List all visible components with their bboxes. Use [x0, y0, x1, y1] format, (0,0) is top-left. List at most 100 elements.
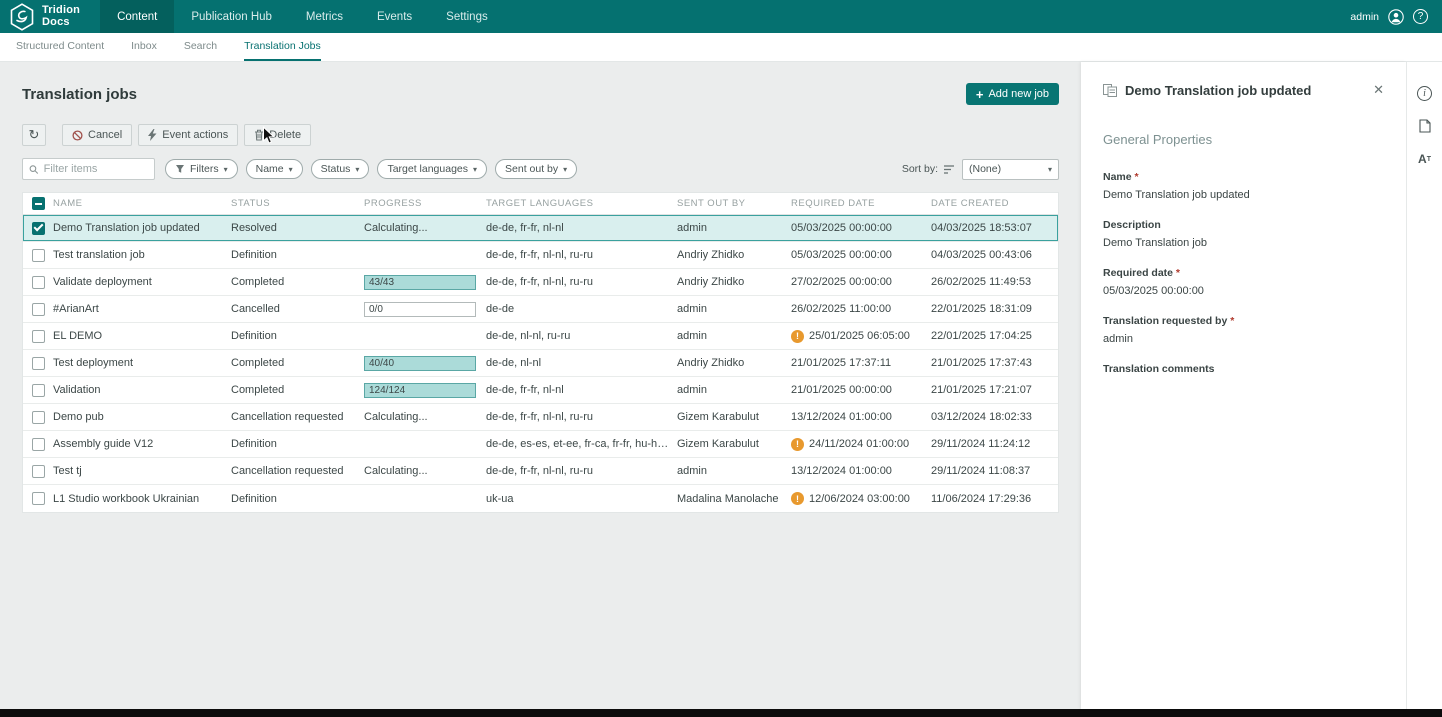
job-required-date: !25/01/2025 06:05:00	[791, 330, 931, 343]
sort-value: (None)	[969, 163, 1001, 175]
nav-item-content[interactable]: Content	[100, 0, 174, 33]
row-checkbox[interactable]	[32, 492, 45, 505]
job-sent-out-by: Andriy Zhidko	[677, 357, 791, 369]
table-row[interactable]: L1 Studio workbook UkrainianDefinitionuk…	[23, 485, 1058, 512]
select-all-checkbox[interactable]	[32, 197, 45, 210]
table-row[interactable]: EL DEMODefinitionde-de, nl-nl, ru-ruadmi…	[23, 323, 1058, 350]
details-title: Demo Translation job updated	[1125, 83, 1361, 98]
user-avatar-icon[interactable]	[1388, 9, 1404, 25]
table-row[interactable]: Test translation jobDefinitionde-de, fr-…	[23, 242, 1058, 269]
row-checkbox[interactable]	[32, 438, 45, 451]
subnav-item-structured-content[interactable]: Structured Content	[16, 33, 104, 61]
property-field-required-date: Required date *05/03/2025 00:00:00	[1103, 267, 1388, 297]
refresh-button[interactable]: ↻	[22, 124, 46, 146]
column-header-sent-out-by[interactable]: SENT OUT BY	[677, 198, 791, 209]
nav-item-settings[interactable]: Settings	[429, 0, 505, 33]
help-icon[interactable]: ?	[1413, 9, 1428, 24]
jobs-toolbar: ↻ Cancel Event actions Delete	[22, 124, 1059, 146]
sort-icon[interactable]	[944, 164, 956, 175]
translation-job-icon	[1103, 84, 1117, 97]
row-checkbox[interactable]	[32, 303, 45, 316]
sort-by-label: Sort by:	[902, 163, 938, 175]
filter-pill-label: Sent out by	[505, 163, 558, 175]
job-status: Definition	[231, 493, 364, 505]
job-target-languages: de-de, fr-fr, nl-nl, ru-ru	[486, 249, 677, 261]
lightning-icon	[148, 129, 157, 141]
table-row[interactable]: Validate deploymentCompleted43/43de-de, …	[23, 269, 1058, 296]
subnav-item-inbox[interactable]: Inbox	[131, 33, 157, 61]
table-row[interactable]: Assembly guide V12Definition de-de, es-es…	[23, 431, 1058, 458]
filter-pill-sent-out-by[interactable]: Sent out by▾	[495, 159, 577, 179]
job-target-languages: de-de, nl-nl	[486, 357, 677, 369]
table-row[interactable]: Demo pubCancellation requestedCalculatin…	[23, 404, 1058, 431]
field-value: Demo Translation job	[1103, 237, 1388, 249]
text-settings-icon[interactable]: AT	[1416, 150, 1434, 168]
sort-select[interactable]: (None) ▾	[962, 159, 1059, 180]
filter-pill-name[interactable]: Name▾	[246, 159, 303, 179]
sort-area: Sort by: (None) ▾	[902, 159, 1059, 180]
chevron-down-icon: ▾	[1048, 165, 1052, 174]
field-value: admin	[1103, 333, 1388, 345]
subnav-item-search[interactable]: Search	[184, 33, 217, 61]
app-logo[interactable]: Tridion Docs	[0, 0, 100, 33]
column-header-status[interactable]: STATUS	[231, 198, 364, 209]
content-area: Translation jobs + Add new job ↻ Cancel	[0, 62, 1442, 709]
subnav-item-translation-jobs[interactable]: Translation Jobs	[244, 33, 321, 61]
column-header-name[interactable]: NAME	[53, 198, 231, 209]
nav-item-events[interactable]: Events	[360, 0, 429, 33]
add-new-job-button[interactable]: + Add new job	[966, 83, 1059, 105]
cancel-job-button[interactable]: Cancel	[62, 124, 132, 146]
job-required-date: 05/03/2025 00:00:00	[791, 249, 931, 261]
job-date-created: 04/03/2025 18:53:07	[931, 222, 1058, 234]
job-name: Assembly guide V12	[53, 438, 231, 450]
job-date-created: 21/01/2025 17:21:07	[931, 384, 1058, 396]
chevron-down-icon: ▾	[289, 165, 293, 174]
table-row[interactable]: ValidationCompleted124/124de-de, fr-fr, …	[23, 377, 1058, 404]
property-field-name: Name *Demo Translation job updated	[1103, 171, 1388, 201]
main-nav: ContentPublication HubMetricsEventsSetti…	[100, 0, 505, 33]
filter-pill-status[interactable]: Status▾	[311, 159, 370, 179]
plus-icon: +	[976, 88, 984, 101]
job-progress: Calculating...	[364, 411, 486, 423]
table-row[interactable]: Demo Translation job updatedResolvedCalc…	[23, 215, 1058, 242]
job-name: #ArianArt	[53, 303, 231, 315]
nav-item-metrics[interactable]: Metrics	[289, 0, 360, 33]
column-header-date-created[interactable]: DATE CREATED	[931, 198, 1058, 209]
row-checkbox[interactable]	[32, 384, 45, 397]
document-panel-icon[interactable]	[1416, 117, 1434, 135]
filter-search	[22, 158, 155, 180]
column-header-progress[interactable]: PROGRESS	[364, 198, 486, 209]
progress-label: 124/124	[369, 384, 405, 397]
column-header-required-date[interactable]: REQUIRED DATE	[791, 198, 931, 209]
required-asterisk: *	[1173, 267, 1180, 279]
job-target-languages: de-de	[486, 303, 677, 315]
filter-pill-target-languages[interactable]: Target languages▾	[377, 159, 487, 179]
app-name: Tridion Docs	[42, 5, 80, 28]
job-progress: 40/40	[364, 356, 486, 371]
table-row[interactable]: #ArianArtCancelled0/0de-deadmin26/02/202…	[23, 296, 1058, 323]
row-checkbox[interactable]	[32, 411, 45, 424]
table-row[interactable]: Test deploymentCompleted40/40de-de, nl-n…	[23, 350, 1058, 377]
row-checkbox[interactable]	[32, 465, 45, 478]
filter-bar: Filters ▾ Name▾Status▾Target languages▾S…	[22, 158, 1059, 180]
row-checkbox[interactable]	[32, 249, 45, 262]
delete-button[interactable]: Delete	[244, 124, 311, 146]
filter-items-input[interactable]	[44, 163, 148, 175]
event-actions-button[interactable]: Event actions	[138, 124, 238, 146]
info-panel-icon[interactable]: i	[1416, 84, 1434, 102]
filter-pill-label: Target languages	[387, 163, 468, 175]
job-date-created: 21/01/2025 17:37:43	[931, 357, 1058, 369]
job-sent-out-by: Gizem Karabulut	[677, 411, 791, 423]
column-header-target-languages[interactable]: TARGET LANGUAGES	[486, 198, 677, 209]
close-icon[interactable]: ✕	[1369, 80, 1388, 100]
row-checkbox[interactable]	[32, 330, 45, 343]
nav-item-publication-hub[interactable]: Publication Hub	[174, 0, 289, 33]
job-required-date: !24/11/2024 01:00:00	[791, 438, 931, 451]
table-row[interactable]: Test tjCancellation requestedCalculating…	[23, 458, 1058, 485]
job-status: Definition	[231, 438, 364, 450]
job-target-languages: de-de, es-es, et-ee, fr-ca, fr-fr, hu-hu…	[486, 438, 677, 450]
row-checkbox[interactable]	[32, 276, 45, 289]
row-checkbox[interactable]	[32, 357, 45, 370]
row-checkbox[interactable]	[32, 222, 45, 235]
filters-button[interactable]: Filters ▾	[165, 159, 238, 179]
